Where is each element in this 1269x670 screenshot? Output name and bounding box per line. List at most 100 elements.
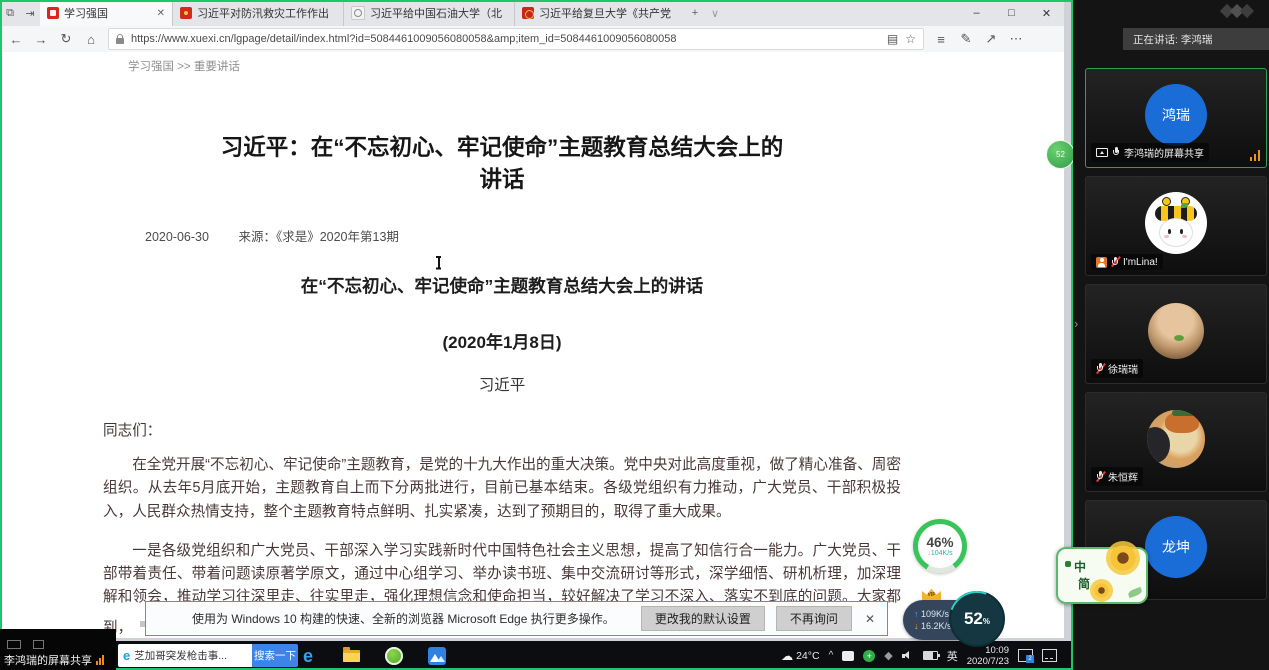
panel-collapse-icon[interactable]: ›: [1074, 316, 1078, 331]
tray-diamond-icon[interactable]: ◆: [884, 649, 892, 662]
tab-close-icon[interactable]: ✕: [157, 8, 165, 19]
article-title-line2: 讲话: [103, 164, 901, 196]
audio-level-icon: [1250, 150, 1261, 161]
favicon: [351, 6, 365, 20]
bee-leaf: [1181, 203, 1188, 208]
progress-ring-widget[interactable]: 46% ↓104K/s: [913, 519, 967, 573]
window-switch-icon[interactable]: 2: [1018, 649, 1033, 662]
temperature: 24°C: [796, 650, 819, 662]
mic-icon: [1112, 147, 1120, 159]
edge-e-icon: e: [123, 648, 130, 663]
guest-badge-icon: [1096, 257, 1107, 268]
video-tile-zhuhenghui[interactable]: 朱恒辉: [1085, 392, 1267, 492]
home-icon[interactable]: ⌂: [83, 32, 99, 47]
ring-speed-value: 104K/s: [931, 550, 953, 557]
tab-preview-icon[interactable]: ⧉: [0, 0, 20, 26]
article-title-line1: 习近平：在“不忘初心、牢记使命”主题教育总结大会上的: [103, 132, 901, 164]
screen: ⧉ ⇥ 学习强国 ✕ 习近平对防汛救灾工作作出 习近平给中国石油大学（北: [0, 0, 1269, 670]
minimize-button[interactable]: –: [959, 0, 994, 26]
speech-author: 习近平: [103, 373, 901, 395]
bee-face: [1159, 218, 1193, 247]
tab-xuexi[interactable]: 学习强国 ✕: [40, 0, 172, 26]
blue-m-app-icon[interactable]: [425, 641, 449, 670]
back-icon[interactable]: ←: [8, 32, 24, 47]
shared-desktop: ⧉ ⇥ 学习强国 ✕ 习近平对防汛救灾工作作出 习近平给中国石油大学（北: [0, 0, 1073, 670]
taskbar-apps: e: [296, 641, 449, 670]
url-text[interactable]: https://www.xuexi.cn/lgpage/detail/index…: [131, 33, 880, 45]
search-button[interactable]: 搜索一下: [252, 644, 298, 667]
address-bar[interactable]: https://www.xuexi.cn/lgpage/detail/index…: [108, 28, 924, 50]
download-value: 16.2K/s: [921, 621, 952, 631]
screen-share-preview[interactable]: 李鸿瑞的屏幕共享: [0, 629, 116, 670]
tab-fudan[interactable]: 习近平给复旦大学《共产党: [514, 0, 685, 26]
tile-label: I'mLina!: [1091, 254, 1163, 270]
change-default-button[interactable]: 更改我的默认设置: [641, 606, 765, 631]
favicon: [180, 7, 192, 19]
upload-value: 109K/s: [921, 609, 949, 619]
speed-ball-widget[interactable]: ↑ 109K/s ↓ 16.2K/s VIP 52 %: [903, 591, 1003, 645]
tab-list-button[interactable]: ∨: [705, 0, 725, 26]
input-language[interactable]: 英: [947, 648, 958, 664]
favorite-star-icon[interactable]: ☆: [905, 32, 916, 46]
set-tabs-aside-icon[interactable]: ⇥: [20, 0, 40, 26]
dont-ask-button[interactable]: 不再询问: [776, 606, 852, 631]
mountain-glyph: [428, 647, 446, 665]
tab-bar: ⧉ ⇥ 学习强国 ✕ 习近平对防汛救灾工作作出 习近平给中国石油大学（北: [0, 0, 1064, 26]
paragraph-1: 在全党开展“不忘初心、牢记使命”主题教育，是党的十九大作出的重大决策。党中央对此…: [103, 454, 901, 524]
close-button[interactable]: ✕: [1029, 0, 1064, 26]
hub-icon[interactable]: ≡: [933, 32, 949, 47]
banner-close-icon[interactable]: ✕: [865, 612, 875, 626]
tab-title: 习近平给复旦大学《共产党: [539, 5, 678, 21]
share-label: 李鸿瑞的屏幕共享: [4, 652, 92, 668]
article-source: 来源：《求是》2020年第13期: [238, 230, 398, 244]
video-tile-xuruirui[interactable]: 徐瑞瑞: [1085, 284, 1267, 384]
weather-widget[interactable]: ☁ 24°C: [781, 649, 819, 663]
green-app-icon[interactable]: [382, 641, 406, 670]
taskbar: e 芝加哥突发枪击事... 搜索一下 e ☁ 24°C ^ + ◆: [0, 641, 1073, 670]
ring-speed: ↓104K/s: [927, 550, 952, 557]
xuexi-favicon: [47, 7, 59, 19]
video-tile-hongrui[interactable]: 鸿瑞 李鸿瑞的屏幕共享: [1085, 68, 1267, 168]
video-tile-lina[interactable]: I'mLina!: [1085, 176, 1267, 276]
refresh-icon[interactable]: ↻: [58, 31, 74, 47]
share-icon[interactable]: ↗: [983, 31, 999, 47]
ime-status-widget[interactable]: 中 简: [1056, 547, 1148, 604]
taskbar-search[interactable]: e 芝加哥突发枪击事... 搜索一下: [118, 644, 298, 667]
ime-mode-chinese: 中: [1074, 558, 1086, 575]
avatar-bee: [1145, 192, 1207, 254]
reading-view-icon[interactable]: ▤: [887, 32, 898, 46]
new-tab-button[interactable]: +: [685, 0, 705, 26]
tray-white-icon[interactable]: [842, 651, 854, 661]
window-controls: – □ ✕: [959, 0, 1064, 26]
ring-content: 46% ↓104K/s: [913, 519, 967, 573]
search-field[interactable]: e 芝加哥突发枪击事...: [118, 644, 252, 667]
volume-icon[interactable]: [902, 650, 914, 661]
action-center-icon[interactable]: [1042, 649, 1057, 662]
forward-icon[interactable]: →: [33, 32, 49, 47]
article: 习近平：在“不忘初心、牢记使命”主题教育总结大会上的 讲话 2020-06-30…: [103, 132, 901, 638]
edge-app-icon[interactable]: e: [296, 641, 320, 670]
tray-green-plus-icon[interactable]: +: [863, 650, 875, 662]
memory-percent-ball[interactable]: 52 %: [949, 591, 1005, 647]
edge-glyph: e: [303, 647, 313, 665]
battery-icon[interactable]: [923, 651, 938, 660]
tab-fangxun[interactable]: 习近平对防汛救灾工作作出: [172, 0, 343, 26]
tab-shiyou[interactable]: 习近平给中国石油大学（北: [343, 0, 514, 26]
annotate-pen-icon[interactable]: ✎: [958, 31, 974, 47]
ring-percent: 46%: [926, 535, 953, 550]
screen-share-icon: [1096, 148, 1108, 157]
taskbar-clock[interactable]: 10:09 2020/7/23: [967, 645, 1009, 667]
paragraph-2: 一是各级党组织和广大党员、干部深入学习实践新时代中国特色社会主义思想，提高了知信…: [103, 540, 901, 610]
tile-label: 李鸿瑞的屏幕共享: [1091, 143, 1209, 162]
breadcrumb[interactable]: 学习强国 >> 重要讲话: [128, 58, 1064, 74]
file-explorer-icon[interactable]: [339, 641, 363, 670]
floating-ball-widget[interactable]: 52: [1046, 140, 1073, 169]
tray-expand-icon[interactable]: ^: [829, 650, 834, 661]
web-page: 学习强国 >> 重要讲话 习近平：在“不忘初心、牢记使命”主题教育总结大会上的 …: [0, 52, 1064, 638]
text-cursor: [435, 256, 442, 269]
weather-cloud-icon: ☁: [781, 649, 793, 663]
search-text[interactable]: 芝加哥突发枪击事...: [134, 648, 227, 663]
article-meta: 2020-06-30 来源：《求是》2020年第13期: [103, 226, 901, 245]
maximize-button[interactable]: □: [994, 0, 1029, 26]
more-menu-icon[interactable]: ⋯: [1008, 31, 1024, 47]
